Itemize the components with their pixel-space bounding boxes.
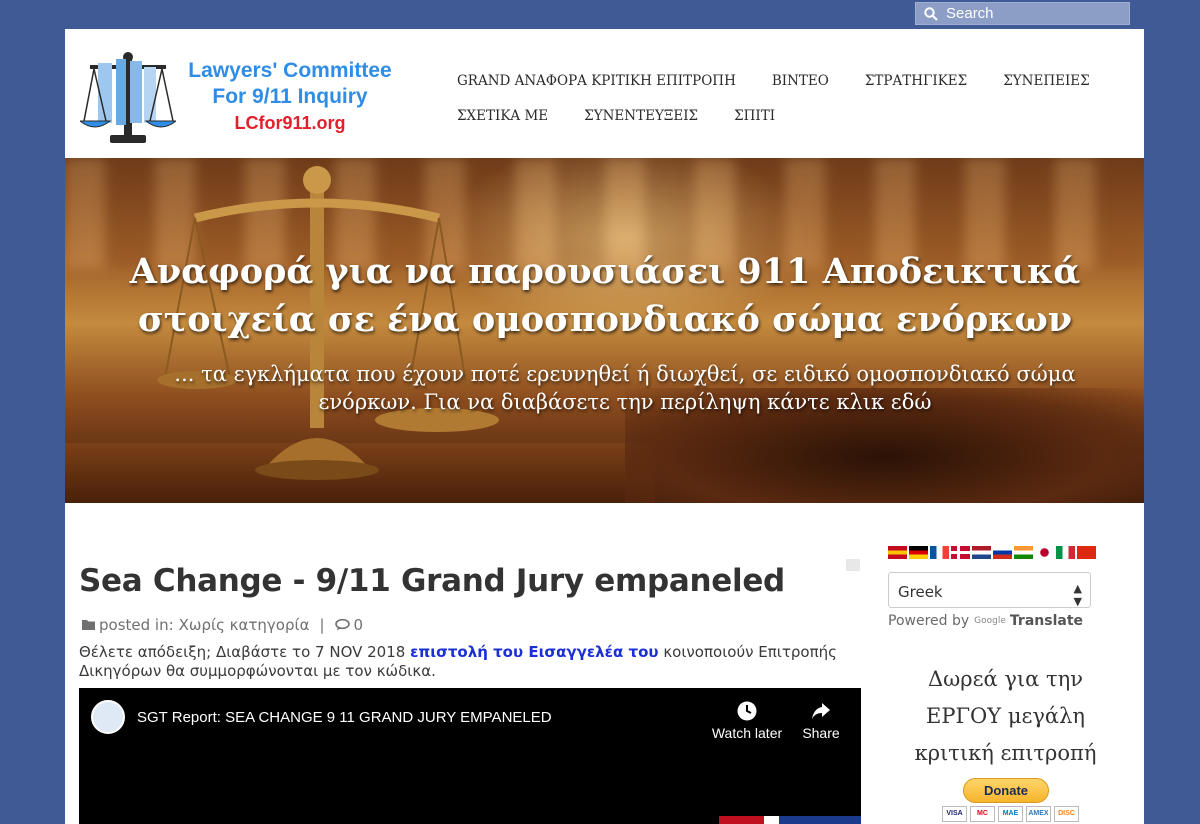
card-amex-icon: AMEX [1026,806,1051,822]
language-flags [888,546,1096,559]
nav-item-about[interactable]: ΣΧΕΤΙΚΑ ΜΕ [457,108,548,143]
china-flag-icon[interactable] [1077,546,1096,559]
clock-icon [737,701,757,721]
russia-flag-icon[interactable] [993,546,1012,559]
post-meta: posted in: Χωρίς κατηγορία | 0 [82,616,363,634]
channel-avatar[interactable] [91,700,125,734]
nav-row-2: ΣΧΕΤΙΚΑ ΜΕ ΣΥΝΕΝΤΕΥΞΕΙΣ ΣΠΙΤΙ [457,108,1117,143]
folder-icon [82,620,95,630]
watch-later-button[interactable]: Watch later [707,700,787,741]
scroll-indicator [846,559,860,571]
nav-item-video[interactable]: ΒΙΝΤΕΟ [772,73,829,108]
comment-count[interactable]: 0 [354,616,364,634]
spain-flag-icon[interactable] [888,546,907,559]
video-thumbnail-flag [719,816,861,824]
video-title[interactable]: SGT Report: SEA CHANGE 9 11 GRAND JURY E… [137,709,552,726]
posted-in-label: posted in: [99,616,174,634]
italy-flag-icon[interactable] [1056,546,1075,559]
banner-subline-link[interactable]: ... τα εγκλήματα που έχουν ποτέ ερευνηθε… [125,360,1125,416]
nav-item-interviews[interactable]: ΣΥΝΕΝΤΕΥΞΕΙΣ [584,108,698,143]
comment-icon [334,619,350,631]
search-placeholder: Search [946,5,994,22]
language-selected: Greek [898,583,943,601]
share-arrow-icon [812,703,830,719]
meta-separator: | [319,616,325,634]
post-title[interactable]: Sea Change - 9/11 Grand Jury empaneled [79,563,785,599]
category-link[interactable]: Χωρίς κατηγορία [179,616,310,634]
scales-logo-icon[interactable] [80,51,176,149]
denmark-flag-icon[interactable] [951,546,970,559]
watch-later-label: Watch later [711,725,783,741]
card-mc-icon: MC [970,806,995,822]
search-icon [924,6,938,21]
powered-by-google: Powered by Google Translate [888,613,1083,629]
powered-by-label: Powered by [888,613,970,629]
top-bar: Search [65,0,1144,29]
banner-headline: Αναφορά για να παρουσιάσει 911 Αποδεικτι… [129,251,1081,340]
japan-flag-icon[interactable] [1035,546,1054,559]
translate-link[interactable]: Translate [1010,613,1083,629]
nav-item-strategies[interactable]: ΣΤΡΑΤΗΓΙΚΕΣ [865,73,967,108]
india-flag-icon[interactable] [1014,546,1033,559]
payment-cards: VISA MC MAE AMEX DISC [942,806,1079,822]
search-input[interactable]: Search [915,2,1130,25]
donate-heading: Δωρεά για την ΕΡΓΟΥ μεγάλη κριτική επιτρ… [914,667,1097,765]
donate-button[interactable]: Donate [963,778,1049,803]
germany-flag-icon[interactable] [909,546,928,559]
language-select[interactable]: Greek ▲ ▼ [888,572,1091,608]
share-label: Share [802,725,840,741]
netherlands-flag-icon[interactable] [972,546,991,559]
card-visa-icon: VISA [942,806,967,822]
france-flag-icon[interactable] [930,546,949,559]
page: Search Lawyers' Committee For 9/11 Inqui… [65,0,1144,824]
card-mae-icon: MAE [998,806,1023,822]
google-logo: Google [974,616,1006,626]
main-nav: GRAND ΑΝΑΦΟΡΑ ΚΡΙΤΙΚΗ ΕΠΙΤΡΟΠΗ ΒΙΝΤΕΟ ΣΤ… [457,73,1117,143]
logo-url[interactable]: LCfor911.org [175,113,405,134]
nav-row-1: GRAND ΑΝΑΦΟΡΑ ΚΡΙΤΙΚΗ ΕΠΙΤΡΟΠΗ ΒΙΝΤΕΟ ΣΤ… [457,73,1117,108]
nav-item-home[interactable]: ΣΠΙΤΙ [734,108,775,143]
nav-item-grand-report[interactable]: GRAND ΑΝΑΦΟΡΑ ΚΡΙΤΙΚΗ ΕΠΙΤΡΟΠΗ [457,73,736,108]
select-arrows-icon: ▲ ▼ [1073,582,1082,608]
share-button[interactable]: Share [797,700,845,741]
post-body-text-start: Θέλετε απόδειξη; Διαβάστε το 7 NOV 2018 [79,643,411,661]
video-embed[interactable]: SGT Report: SEA CHANGE 9 11 GRAND JURY E… [79,688,861,824]
site-header: Lawyers' Committee For 9/11 Inquiry LCfo… [65,29,1144,158]
card-disc-icon: DISC [1054,806,1079,822]
nav-item-interviews-consequences[interactable]: ΣΥΝΕΠΕΙΕΣ [1003,73,1089,108]
main-content: Sea Change - 9/11 Grand Jury empaneled p… [65,503,1144,824]
logo-title[interactable]: Lawyers' Committee For 9/11 Inquiry [175,58,405,110]
post-body: Θέλετε απόδειξη; Διαβάστε το 7 NOV 2018 … [79,643,859,681]
hero-banner[interactable]: Αναφορά για να παρουσιάσει 911 Αποδεικτι… [65,158,1144,503]
prosecutor-letter-link[interactable]: επιστολή του Εισαγγελέα του [410,643,658,661]
